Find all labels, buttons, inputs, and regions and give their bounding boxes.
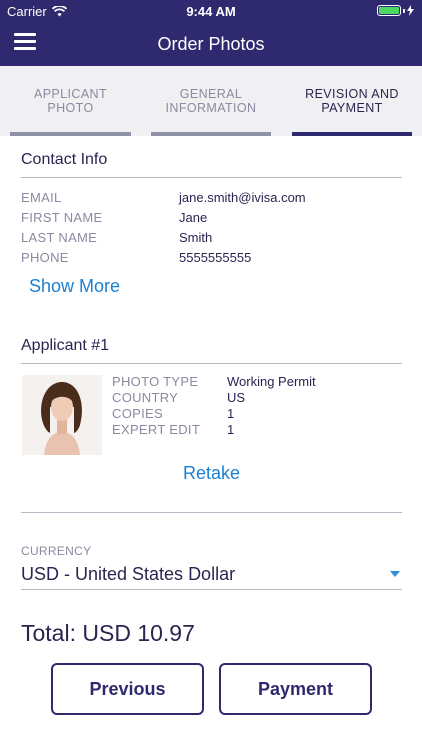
field-value: Jane bbox=[179, 210, 208, 225]
step-tabs: APPLICANT PHOTO GENERAL INFORMATION REVI… bbox=[0, 66, 422, 136]
field-value: Smith bbox=[179, 230, 213, 245]
field-value: 1 bbox=[227, 406, 235, 421]
battery-icon bbox=[377, 5, 414, 16]
payment-button[interactable]: Payment bbox=[219, 663, 372, 715]
field-label: LAST NAME bbox=[21, 230, 98, 245]
contact-info-title: Contact Info bbox=[21, 151, 402, 178]
field-label: PHONE bbox=[21, 250, 69, 265]
field-value: 5555555555 bbox=[179, 250, 252, 265]
tab-general-information[interactable]: GENERAL INFORMATION bbox=[151, 66, 271, 136]
section-divider bbox=[21, 512, 402, 513]
applicant-photo bbox=[22, 375, 102, 455]
order-total: Total: USD 10.97 bbox=[21, 620, 195, 646]
tab-revision-and-payment[interactable]: REVISION AND PAYMENT bbox=[292, 66, 412, 136]
app-header: Carrier 9:44 AM Order Photos bbox=[0, 0, 422, 66]
field-label: COPIES bbox=[112, 406, 163, 421]
status-time: 9:44 AM bbox=[186, 4, 236, 19]
status-bar: Carrier 9:44 AM bbox=[0, 0, 422, 22]
currency-select[interactable]: USD - United States Dollar bbox=[21, 562, 402, 590]
tab-applicant-photo[interactable]: APPLICANT PHOTO bbox=[10, 66, 131, 136]
tab-label: REVISION AND PAYMENT bbox=[305, 87, 399, 115]
field-label: FIRST NAME bbox=[21, 210, 103, 225]
tab-indicator bbox=[10, 132, 131, 136]
tab-indicator bbox=[292, 132, 412, 136]
currency-value: USD - United States Dollar bbox=[21, 564, 236, 584]
currency-label: CURRENCY bbox=[21, 544, 92, 558]
field-label: PHOTO TYPE bbox=[112, 374, 199, 389]
field-value: 1 bbox=[227, 422, 235, 437]
nav-bar: Order Photos bbox=[0, 22, 422, 66]
field-label: COUNTRY bbox=[112, 390, 179, 405]
dropdown-arrow-icon bbox=[390, 571, 400, 577]
tab-label: APPLICANT PHOTO bbox=[33, 87, 108, 115]
tab-indicator bbox=[151, 132, 271, 136]
field-value: jane.smith@ivisa.com bbox=[179, 190, 306, 205]
charging-bolt-icon bbox=[407, 5, 414, 16]
field-value: US bbox=[227, 390, 246, 405]
retake-link[interactable]: Retake bbox=[183, 463, 240, 484]
applicant-photo-image bbox=[22, 375, 102, 455]
field-label: EMAIL bbox=[21, 190, 62, 205]
previous-button[interactable]: Previous bbox=[51, 663, 204, 715]
applicant-title: Applicant #1 bbox=[21, 337, 402, 364]
field-value: Working Permit bbox=[227, 374, 316, 389]
field-label: EXPERT EDIT bbox=[112, 422, 201, 437]
page-title: Order Photos bbox=[157, 34, 265, 54]
tab-label: GENERAL INFORMATION bbox=[165, 87, 257, 115]
show-more-link[interactable]: Show More bbox=[29, 276, 120, 297]
